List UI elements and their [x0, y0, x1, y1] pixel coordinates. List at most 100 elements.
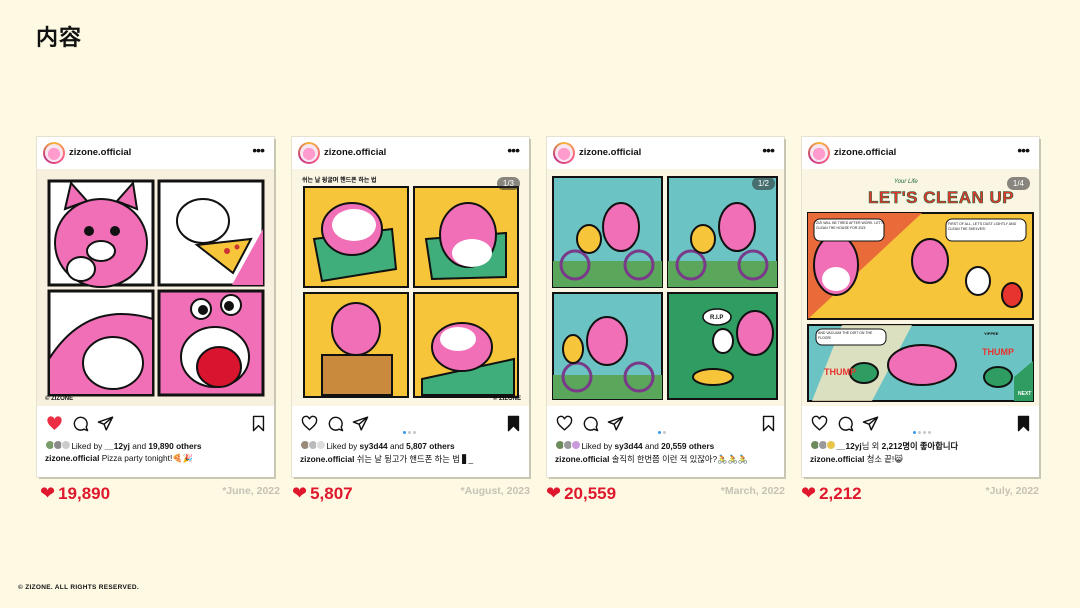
liked-mid: and	[642, 441, 662, 451]
comment-icon[interactable]	[837, 415, 854, 432]
likes-count: 2,212	[819, 484, 862, 503]
sound-effect: YIPPEE	[984, 331, 999, 336]
comment-icon[interactable]	[72, 415, 89, 432]
avatar[interactable]	[553, 142, 575, 164]
image-watermark: © ZIZONE	[492, 396, 521, 402]
avatar[interactable]	[43, 142, 65, 164]
sound-effect: THUMP	[824, 367, 856, 377]
liked-by: Liked by sy3d44 and 5,807 others	[300, 440, 455, 451]
liked-user[interactable]: __12yj	[836, 441, 861, 451]
post-image[interactable]: Your Life LET'S CLEAN UP ZIZI WILL BE TI…	[802, 169, 1039, 406]
caption-text: 청소 끝!😸	[864, 454, 903, 464]
heart-icon: ❤	[546, 483, 562, 503]
carousel-dots	[912, 421, 932, 439]
caption-user[interactable]: zizone.official	[45, 453, 99, 463]
heart-icon: ❤	[801, 483, 817, 503]
caption-text: Pizza party tonight!🍕🎉	[99, 453, 193, 463]
heart-icon[interactable]	[811, 415, 828, 432]
liked-mid: and	[129, 441, 149, 451]
sound-effect: THUMP	[982, 347, 1014, 357]
caption-user[interactable]: zizone.official	[555, 454, 609, 464]
caption-user[interactable]: zizone.official	[300, 454, 354, 464]
share-icon[interactable]	[862, 415, 879, 432]
avatar[interactable]	[808, 142, 830, 164]
liker-avatar	[571, 440, 581, 450]
post-header: zizone.official •••	[802, 137, 1039, 169]
post-date: *July, 2022	[985, 485, 1039, 497]
instagram-post-card: zizone.official ••• Your Life LET'S CLEA…	[802, 137, 1039, 477]
copyright-footer: © ZIZONE. ALL RIGHTS RESERVED.	[18, 584, 139, 591]
liked-prefix: Liked by	[71, 441, 105, 451]
carousel-dots	[402, 421, 417, 439]
carousel-dots	[657, 421, 667, 439]
username[interactable]: zizone.official	[69, 147, 131, 158]
liked-prefix: Liked by	[326, 441, 360, 451]
post-image[interactable]: © ZIZONE	[37, 169, 274, 406]
liked-mid: and	[387, 441, 407, 451]
comment-icon[interactable]	[582, 415, 599, 432]
liked-count[interactable]: 2,212명이 좋아합니다	[882, 441, 959, 451]
liked-user[interactable]: sy3d44	[360, 441, 388, 451]
post-header: zizone.official •••	[37, 137, 274, 169]
share-icon[interactable]	[97, 415, 114, 432]
caption: zizone.official Pizza party tonight!🍕🎉	[45, 453, 193, 464]
instagram-post-card: zizone.official ••• 쉬는 날 뒹굴며 핸드폰 하는 법 1/…	[292, 137, 529, 477]
liked-count[interactable]: 5,807 others	[406, 441, 454, 451]
liked-user[interactable]: __12yj	[105, 441, 130, 451]
avatar[interactable]	[298, 142, 320, 164]
image-label: R.I.P	[710, 315, 724, 321]
bookmark-icon[interactable]	[1015, 415, 1032, 432]
more-options-icon[interactable]: •••	[762, 142, 775, 158]
username[interactable]: zizone.official	[579, 147, 641, 158]
heart-icon[interactable]	[301, 415, 318, 432]
liker-avatar	[316, 440, 326, 450]
heart-icon[interactable]	[46, 415, 63, 432]
instagram-post-card: zizone.official ••• 1/2 R.I.P Liked by s…	[547, 137, 784, 477]
bookmark-icon[interactable]	[505, 415, 522, 432]
comment-icon[interactable]	[327, 415, 344, 432]
instagram-post-card: zizone.official ••• © ZIZONE Liked by __…	[37, 137, 274, 477]
post-image[interactable]: 1/2 R.I.P	[547, 169, 784, 406]
post-date: *August, 2023	[460, 485, 530, 497]
liked-by: Liked by __12yj and 19,890 others	[45, 440, 201, 451]
liked-count[interactable]: 19,890 others	[148, 441, 201, 451]
likes-stat: ❤ 20,559	[546, 483, 616, 504]
caption: zizone.official 쉬는 날 뒹고가 핸드폰 하는 법 ▋_	[300, 453, 473, 465]
bookmark-icon[interactable]	[250, 415, 267, 432]
share-icon[interactable]	[607, 415, 624, 432]
post-date: *March, 2022	[720, 485, 785, 497]
likes-stat: ❤ 19,890	[40, 483, 110, 504]
username[interactable]: zizone.official	[834, 147, 896, 158]
carousel-counter: 1/4	[1006, 177, 1030, 190]
heart-icon: ❤	[40, 483, 56, 503]
carousel-counter: 1/3	[496, 177, 520, 190]
image-watermark: © ZIZONE	[45, 396, 74, 402]
post-actions	[802, 413, 1039, 434]
liked-user[interactable]: sy3d44	[615, 441, 643, 451]
liked-mid: 님 외	[861, 441, 882, 451]
liked-prefix: Liked by	[581, 441, 615, 451]
heart-icon[interactable]	[556, 415, 573, 432]
more-options-icon[interactable]: •••	[507, 142, 520, 158]
share-icon[interactable]	[352, 415, 369, 432]
likes-count: 5,807	[310, 484, 353, 503]
caption-text: 솔직히 한번쯤 이런 적 있잖아?🚴🚴🚴	[609, 454, 749, 464]
username[interactable]: zizone.official	[324, 147, 386, 158]
heart-icon: ❤	[292, 483, 308, 503]
likes-stat: ❤ 2,212	[801, 483, 862, 504]
caption-text: 쉬는 날 뒹고가 핸드폰 하는 법 ▋_	[354, 454, 474, 464]
speech-bubble: AND VACUUM THE DIRT ON THE FLOOR!	[818, 331, 873, 340]
more-options-icon[interactable]: •••	[252, 142, 265, 158]
more-options-icon[interactable]: •••	[1017, 142, 1030, 158]
post-image[interactable]: 쉬는 날 뒹굴며 핸드폰 하는 법 1/3 © ZIZONE	[292, 169, 529, 406]
post-actions	[37, 413, 274, 433]
caption-user[interactable]: zizone.official	[810, 454, 864, 464]
speech-bubble: FIRST OF ALL, LET'S DUST LIGHTLY AND CLE…	[948, 222, 1017, 231]
liker-avatar	[61, 440, 71, 450]
liked-by: __12yj님 외 2,212명이 좋아합니다	[810, 440, 958, 452]
image-title: LET'S CLEAN UP	[868, 188, 1015, 208]
liker-avatar	[826, 440, 836, 450]
bookmark-icon[interactable]	[760, 415, 777, 432]
post-actions	[547, 413, 784, 434]
liked-count[interactable]: 20,559 others	[661, 441, 714, 451]
